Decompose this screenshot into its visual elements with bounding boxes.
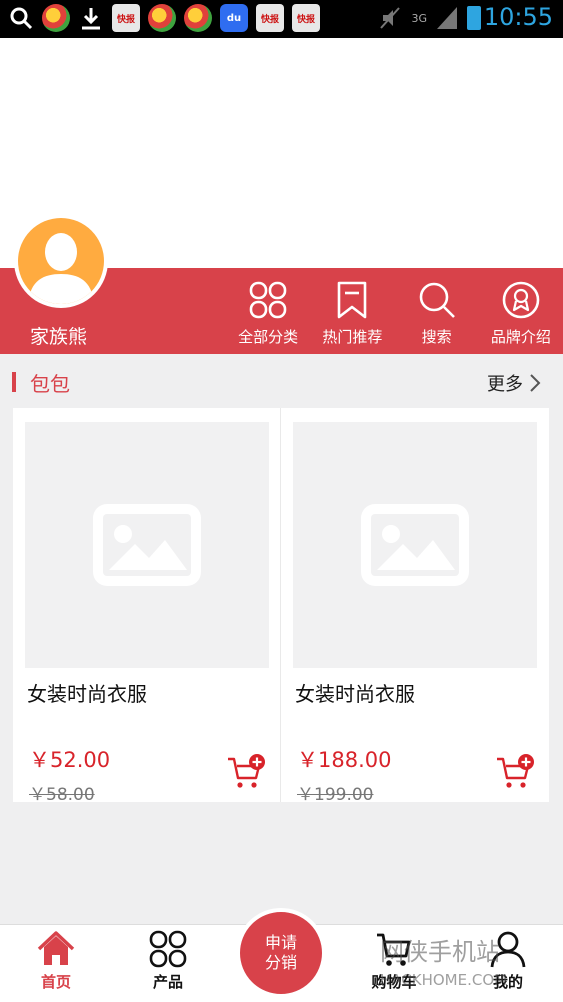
image-placeholder-icon: [93, 504, 201, 586]
battery-icon: [467, 6, 481, 30]
game-app-icon: [184, 4, 212, 32]
tab-home[interactable]: 首页: [16, 929, 96, 992]
watermark: 网侠手机站 HACKHOME.COM: [380, 932, 507, 989]
signal-icon: [437, 7, 457, 29]
quick-nav-label: 搜索: [421, 328, 452, 346]
product-card[interactable]: 女装时尚衣服 ￥188.00 ￥199.00: [281, 408, 549, 805]
news-app-icon: 快报: [112, 4, 140, 32]
quick-nav-label: 全部分类: [238, 328, 299, 346]
award-icon: [502, 281, 540, 319]
baidu-icon: du: [220, 4, 248, 32]
image-placeholder-icon: [361, 504, 469, 586]
watermark-title: 网侠手机站: [380, 938, 500, 966]
product-grid: 女装时尚衣服 ￥52.00 ￥58.00 女装时尚衣服 ￥188.00 ￥199…: [13, 408, 550, 805]
add-to-cart-icon[interactable]: [226, 754, 266, 790]
product-old-price: ￥199.00: [297, 785, 374, 805]
game-app-icon: [148, 4, 176, 32]
search-icon: [10, 7, 33, 30]
game-app-icon: [42, 4, 70, 32]
apply-distribution-button[interactable]: 申请 分销: [236, 908, 326, 998]
mute-icon: [380, 7, 401, 29]
tab-label: 首页: [40, 973, 71, 991]
network-label: 3G: [411, 11, 427, 25]
more-link[interactable]: 更多: [487, 370, 541, 396]
section-accent-bar: [12, 372, 16, 392]
quick-nav-all-categories[interactable]: 全部分类: [226, 280, 310, 352]
product-old-price: ￥58.00: [29, 785, 95, 805]
product-price: ￥188.00: [297, 748, 392, 772]
tab-label: 产品: [152, 973, 183, 991]
center-button-line: 申请: [264, 933, 297, 952]
bookmark-icon: [338, 281, 367, 319]
center-button-line: 分销: [264, 953, 297, 972]
quick-nav-search[interactable]: 搜索: [395, 280, 479, 352]
grid-icon: [149, 930, 187, 968]
quick-nav-hot[interactable]: 热门推荐: [310, 280, 394, 352]
product-price: ￥52.00: [29, 748, 111, 772]
center-button-text: 申请 分销: [265, 933, 297, 973]
system-icons: 3G: [379, 6, 481, 30]
product-name: 女装时尚衣服: [295, 682, 415, 706]
news-app-icon: 快报: [292, 4, 320, 32]
watermark-url: HACKHOME.COM: [380, 971, 508, 989]
chevron-right-icon: [530, 374, 541, 392]
product-name: 女装时尚衣服: [27, 682, 147, 706]
product-image-placeholder: [25, 422, 269, 668]
search-icon: [419, 282, 455, 318]
tab-products[interactable]: 产品: [128, 929, 208, 992]
news-app-icon: 快报: [256, 4, 284, 32]
home-icon: [37, 931, 75, 965]
notification-icons: 快报 du 快报 快报: [8, 4, 320, 32]
product-card[interactable]: 女装时尚衣服 ￥52.00 ￥58.00: [13, 408, 281, 805]
download-icon: [82, 8, 100, 30]
status-bar: 快报 du 快报 快报 3G 10:55: [0, 0, 563, 38]
product-image-placeholder: [293, 422, 537, 668]
avatar[interactable]: [14, 214, 108, 308]
clock: 10:55: [483, 3, 553, 31]
avatar-placeholder: [18, 218, 104, 304]
grid-icon: [249, 281, 287, 319]
user-silhouette-icon: [28, 233, 94, 304]
section-header: 包包 更多: [0, 362, 563, 402]
username[interactable]: 家族熊: [30, 322, 87, 349]
quick-nav-label: 热门推荐: [322, 328, 383, 346]
more-label: 更多: [487, 374, 523, 395]
quick-nav-brand[interactable]: 品牌介绍: [479, 280, 563, 352]
quick-nav-label: 品牌介绍: [490, 328, 551, 346]
add-to-cart-icon[interactable]: [495, 754, 535, 790]
section-title: 包包: [30, 372, 70, 396]
quick-nav: 全部分类 热门推荐 搜索 品牌介绍: [226, 280, 563, 352]
